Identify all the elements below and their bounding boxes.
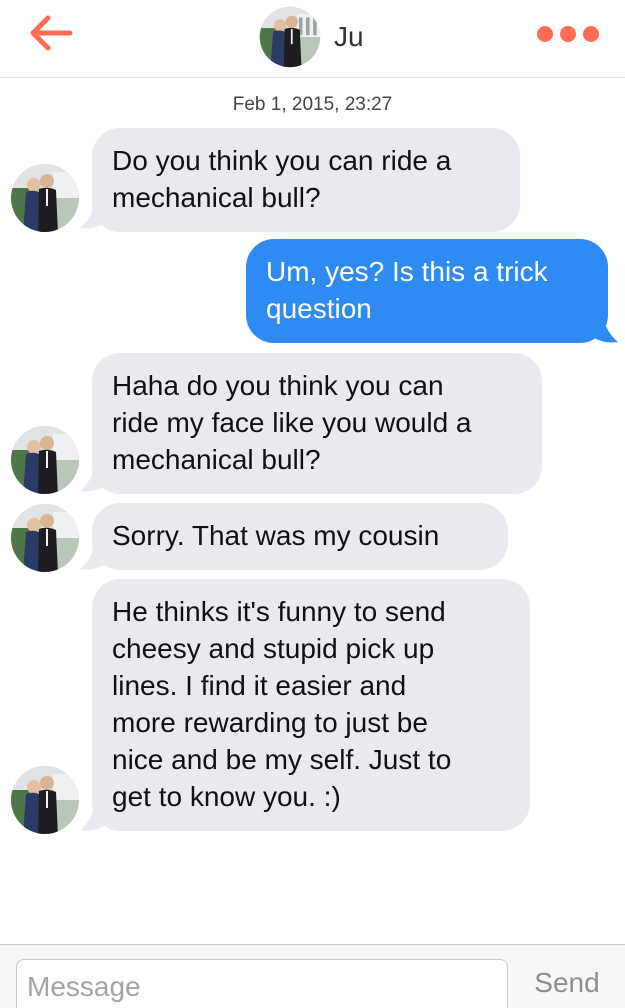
avatar[interactable] <box>9 502 81 574</box>
more-options-button[interactable] <box>537 22 599 46</box>
avatar <box>259 6 321 68</box>
more-dots-icon <box>560 26 576 42</box>
message-bubble-incoming: Do you think you can ride a mechanical b… <box>92 128 520 232</box>
chat-screen: Ju Feb 1, 2015, 23:27 Do you think you c… <box>0 0 625 1008</box>
message-input[interactable] <box>16 959 508 1008</box>
more-dots-icon <box>537 26 553 42</box>
message-composer: Send <box>0 944 625 1008</box>
avatar[interactable] <box>9 424 81 496</box>
contact-title[interactable]: Ju <box>258 5 364 69</box>
back-arrow-icon <box>30 15 73 51</box>
message-bubble-incoming: He thinks it's funny to send cheesy and … <box>92 579 530 831</box>
contact-name: Ju <box>334 21 364 52</box>
avatar[interactable] <box>9 764 81 836</box>
chat-header: Ju <box>0 0 625 78</box>
message-bubble-incoming: Sorry. That was my cousin <box>92 503 508 570</box>
back-button[interactable] <box>22 10 78 56</box>
avatar[interactable] <box>9 162 81 234</box>
more-dots-icon <box>583 26 599 42</box>
message-bubble-incoming: Haha do you think you can ride my face l… <box>92 353 542 494</box>
message-timestamp: Feb 1, 2015, 23:27 <box>232 94 393 115</box>
message-bubble-outgoing: Um, yes? Is this a trick question <box>246 239 608 343</box>
send-button[interactable]: Send <box>522 963 612 1003</box>
